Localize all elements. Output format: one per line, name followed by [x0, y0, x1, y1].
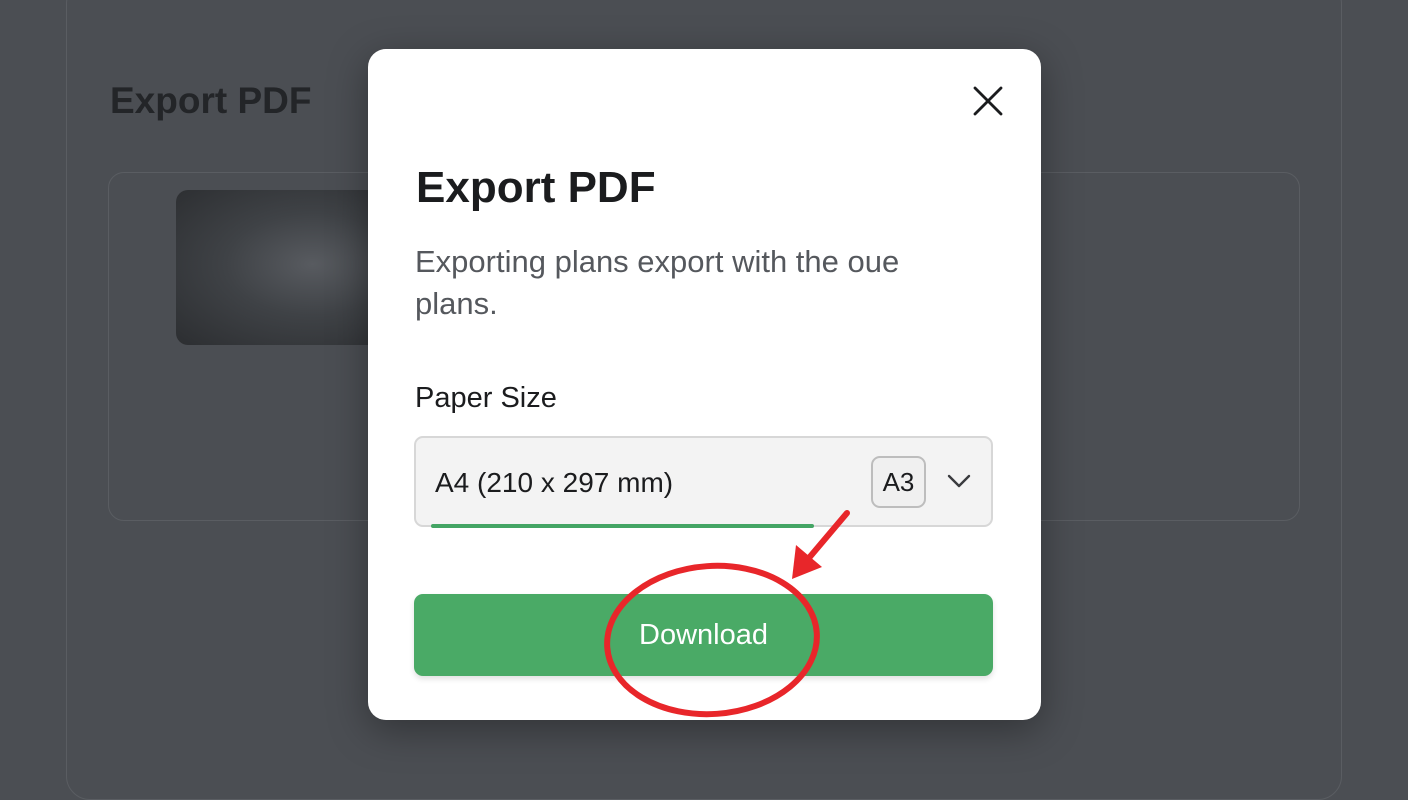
background-thumbnail: [176, 190, 396, 345]
modal-description: Exporting plans export with the oue plan…: [415, 244, 900, 321]
close-button[interactable]: [968, 81, 1008, 121]
chevron-down-icon[interactable]: [944, 471, 974, 491]
paper-size-badge[interactable]: A3: [871, 456, 926, 508]
modal-title: Export PDF: [416, 163, 656, 212]
background-page-title: Export PDF: [110, 80, 312, 121]
paper-size-label: Paper Size: [415, 382, 557, 414]
close-icon[interactable]: [972, 85, 1004, 117]
select-focus-underline: [431, 524, 814, 528]
download-button[interactable]: Download: [414, 594, 993, 676]
export-pdf-modal: Export PDF Exporting plans export with t…: [368, 49, 1041, 720]
paper-size-selected-value: A4 (210 x 297 mm): [435, 467, 674, 498]
paper-size-select[interactable]: A4 (210 x 297 mm) A3: [414, 436, 993, 528]
